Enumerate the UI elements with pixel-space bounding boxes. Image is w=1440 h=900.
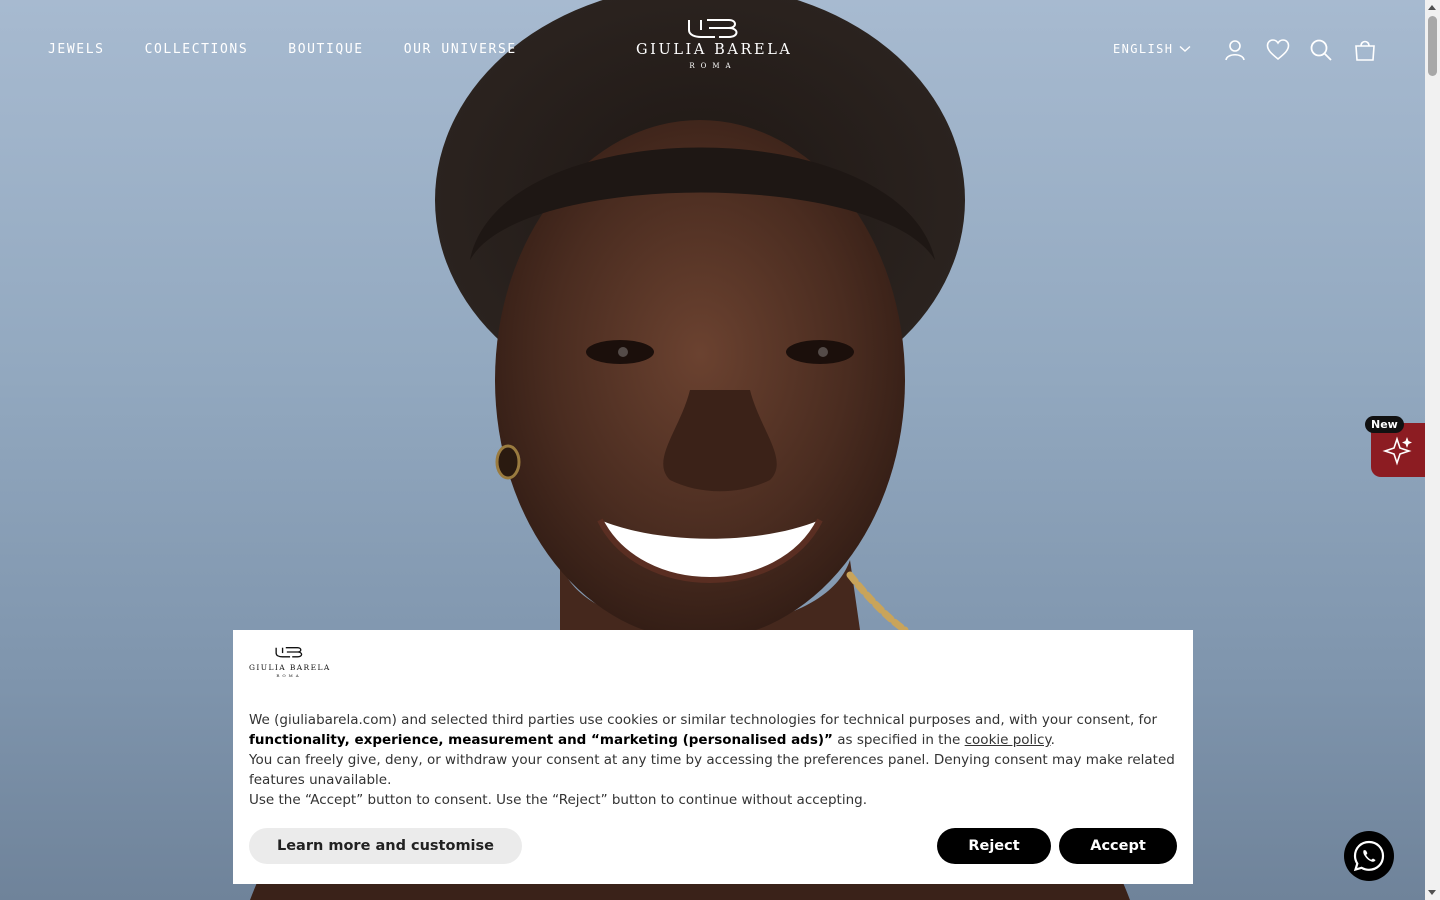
search-icon[interactable] — [1309, 38, 1333, 62]
cookie-text-line1: We (giuliabarela.com) and selected third… — [249, 712, 1158, 748]
logo-mark-icon — [275, 647, 303, 658]
scroll-up-arrow[interactable] — [1428, 5, 1436, 10]
cookie-purposes: functionality, experience, measurement a… — [249, 732, 833, 748]
accept-button[interactable]: Accept — [1059, 828, 1177, 864]
wishlist-heart-icon[interactable] — [1266, 38, 1290, 62]
cookie-banner: GIULIA BARELA ROMA We (giuliabarela.com)… — [233, 630, 1193, 884]
language-label: ENGLISH — [1113, 42, 1174, 56]
brand-city: ROMA — [689, 62, 737, 70]
cookie-logo-name: GIULIA BARELA — [249, 663, 331, 672]
page-scrollbar[interactable] — [1425, 0, 1440, 900]
scroll-down-arrow[interactable] — [1428, 890, 1436, 895]
brand-name: GIULIA BARELA — [636, 42, 793, 58]
reject-button[interactable]: Reject — [937, 828, 1051, 864]
nav-our-universe[interactable]: OUR UNIVERSE — [404, 42, 517, 57]
cookie-text-line3: Use the “Accept” button to consent. Use … — [249, 792, 868, 808]
nav-collections[interactable]: COLLECTIONS — [145, 42, 249, 57]
whatsapp-button[interactable] — [1344, 831, 1394, 881]
nav-boutique[interactable]: BOUTIQUE — [288, 42, 363, 57]
new-badge: New — [1365, 416, 1404, 433]
whatsapp-icon — [1353, 840, 1385, 872]
nav-jewels[interactable]: JEWELS — [48, 42, 105, 57]
main-nav: JEWELS COLLECTIONS BOUTIQUE OUR UNIVERSE — [48, 42, 517, 57]
cookie-text: We (giuliabarela.com) and selected third… — [249, 710, 1179, 810]
cookie-text-line2: You can freely give, deny, or withdraw y… — [249, 752, 1175, 788]
brand-logo[interactable]: GIULIA BARELA ROMA — [636, 16, 790, 84]
chevron-down-icon — [1179, 45, 1191, 52]
cookie-policy-link[interactable]: cookie policy — [965, 732, 1051, 748]
scrollbar-thumb[interactable] — [1428, 16, 1437, 76]
cookie-logo-city: ROMA — [276, 673, 302, 678]
site-header: JEWELS COLLECTIONS BOUTIQUE OUR UNIVERSE… — [0, 0, 1425, 100]
learn-more-customise-button[interactable]: Learn more and customise — [249, 828, 522, 864]
cookie-banner-logo: GIULIA BARELA ROMA — [249, 644, 329, 680]
cart-bag-icon[interactable] — [1353, 38, 1377, 62]
account-icon[interactable] — [1223, 38, 1247, 62]
logo-mark-icon — [688, 19, 738, 38]
language-selector[interactable]: ENGLISH — [1113, 42, 1191, 56]
